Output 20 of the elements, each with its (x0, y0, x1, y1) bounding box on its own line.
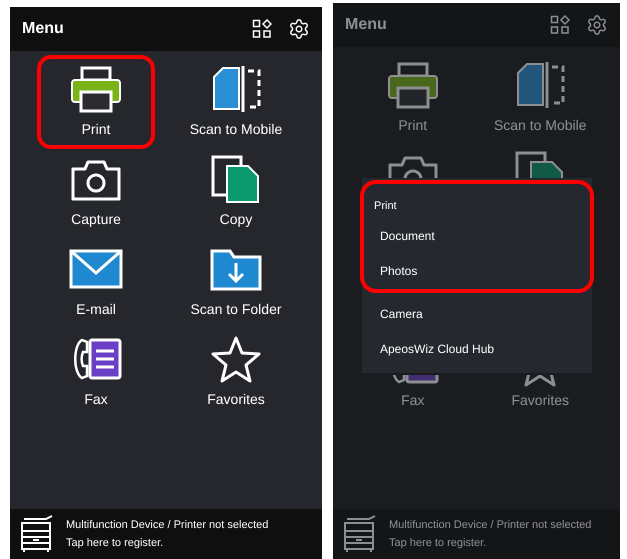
menu-item[interactable]: Photos (364, 254, 590, 288)
settings-icon[interactable] (586, 14, 608, 36)
header-title: Menu (345, 15, 387, 35)
settings-icon[interactable] (288, 18, 310, 40)
menu-item[interactable]: Document (364, 218, 590, 254)
multifunction-printer-icon (20, 515, 54, 553)
menu-tile[interactable]: Scan to Mobile (481, 51, 600, 145)
widgets-icon[interactable] (550, 15, 570, 35)
menu-tile[interactable]: Fax (392, 387, 434, 414)
menu-tile[interactable]: Favorites (502, 387, 578, 414)
device-register-bar[interactable]: Multifunction Device / Printer not selected Tap here to register. (10, 509, 322, 559)
device-register-bar[interactable]: Multifunction Device / Printer not selected Tap here to register. (333, 509, 620, 559)
menu-item[interactable]: Camera (364, 296, 590, 332)
widgets-icon[interactable] (252, 19, 272, 39)
menu-tile[interactable]: Print (37, 55, 155, 149)
multifunction-printer-icon (343, 515, 377, 553)
menu-tile[interactable]: Print (354, 51, 472, 145)
section-title: Print (373, 199, 398, 214)
menu-item[interactable]: ApeosWiz Cloud Hub (364, 332, 590, 366)
header-title: Menu (22, 19, 64, 39)
